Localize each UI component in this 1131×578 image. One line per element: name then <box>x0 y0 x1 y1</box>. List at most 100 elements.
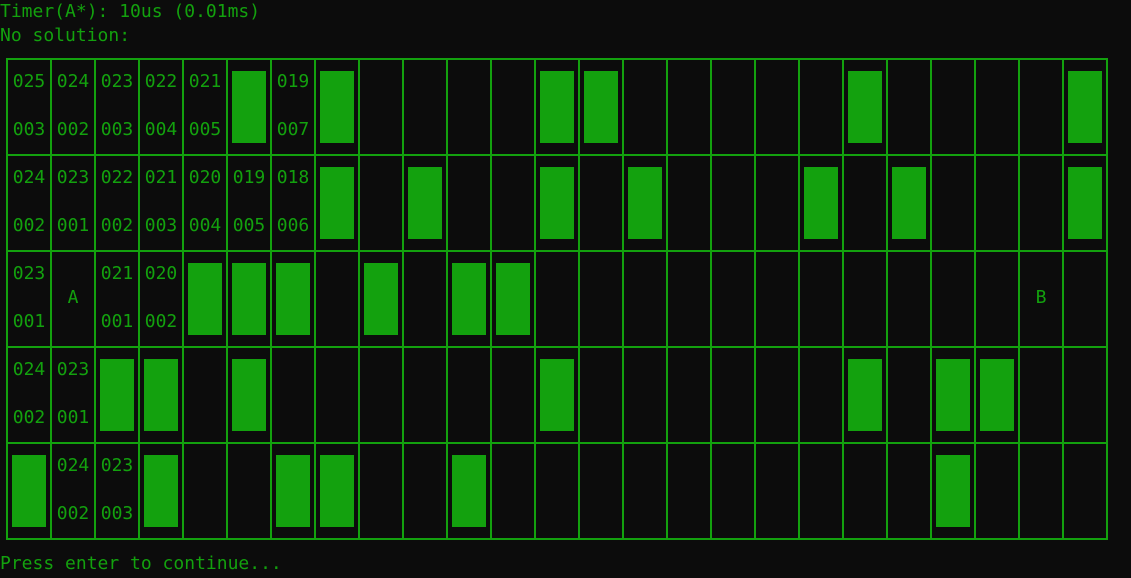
timer-line: Timer(A*): 10us (0.01ms) <box>0 1 261 22</box>
wall-block <box>628 167 662 239</box>
cell-cost-top: 018 <box>276 167 310 188</box>
cell-cost-top: 023 <box>56 167 90 188</box>
cell-cost-top: 021 <box>188 71 222 92</box>
wall-block <box>320 455 354 527</box>
cell-cost-top: 024 <box>56 71 90 92</box>
cell-cost-top: 022 <box>100 167 134 188</box>
wall-block <box>364 263 398 335</box>
cell-cost-top: 019 <box>232 167 266 188</box>
grid-line-horizontal <box>6 346 1108 348</box>
grid-line-vertical <box>842 58 844 540</box>
wall-block <box>848 359 882 431</box>
wall-block <box>320 71 354 143</box>
cell-cost-top: 023 <box>100 455 134 476</box>
wall-block <box>188 263 222 335</box>
wall-block <box>540 359 574 431</box>
wall-block <box>320 167 354 239</box>
wall-block <box>232 359 266 431</box>
grid-line-vertical <box>534 58 536 540</box>
cell-cost-top: 024 <box>56 455 90 476</box>
cell-cost-bottom: 002 <box>56 119 90 140</box>
cell-cost-bottom: 002 <box>144 311 178 332</box>
cell-cost-bottom: 002 <box>12 215 46 236</box>
cell-marker: A <box>67 287 79 308</box>
cell-cost-top: 023 <box>56 359 90 380</box>
cell-cost-top: 025 <box>12 71 46 92</box>
grid-line-vertical <box>710 58 712 540</box>
wall-block <box>100 359 134 431</box>
wall-block <box>936 455 970 527</box>
cell-cost-bottom: 004 <box>188 215 222 236</box>
wall-block <box>584 71 618 143</box>
cell-cost-bottom: 005 <box>188 119 222 140</box>
continue-prompt: Press enter to continue... <box>0 553 282 574</box>
grid-line-vertical <box>578 58 580 540</box>
cell-marker: B <box>1035 287 1047 308</box>
wall-block <box>144 455 178 527</box>
grid-line-vertical <box>666 58 668 540</box>
wall-block <box>540 71 574 143</box>
cell-cost-top: 019 <box>276 71 310 92</box>
cell-cost-bottom: 004 <box>144 119 178 140</box>
wall-block <box>12 455 46 527</box>
wall-block <box>936 359 970 431</box>
grid-line-vertical <box>1106 58 1108 540</box>
cell-cost-top: 023 <box>12 263 46 284</box>
wall-block <box>144 359 178 431</box>
wall-block <box>408 167 442 239</box>
cell-cost-bottom: 001 <box>56 407 90 428</box>
cell-cost-bottom: 005 <box>232 215 266 236</box>
cell-cost-top: 020 <box>188 167 222 188</box>
wall-block <box>980 359 1014 431</box>
wall-block <box>276 455 310 527</box>
grid-line-vertical <box>798 58 800 540</box>
wall-block <box>540 167 574 239</box>
cell-cost-bottom: 002 <box>100 215 134 236</box>
wall-block <box>496 263 530 335</box>
wall-block <box>452 455 486 527</box>
grid-line-vertical <box>974 58 976 540</box>
cell-cost-top: 020 <box>144 263 178 284</box>
cell-cost-bottom: 003 <box>144 215 178 236</box>
grid-line-horizontal <box>6 58 1108 60</box>
cell-cost-bottom: 002 <box>12 407 46 428</box>
wall-block <box>232 71 266 143</box>
wall-block <box>452 263 486 335</box>
grid-line-horizontal <box>6 538 1108 540</box>
cell-cost-bottom: 001 <box>100 311 134 332</box>
grid-line-vertical <box>446 58 448 540</box>
wall-block <box>1068 167 1102 239</box>
wall-block <box>804 167 838 239</box>
grid-line-vertical <box>886 58 888 540</box>
grid-line-vertical <box>930 58 932 540</box>
status-line: No solution: <box>0 25 131 46</box>
cell-cost-bottom: 007 <box>276 119 310 140</box>
wall-block <box>892 167 926 239</box>
grid-line-vertical <box>754 58 756 540</box>
wall-block <box>1068 71 1102 143</box>
cell-cost-top: 024 <box>12 167 46 188</box>
cell-cost-bottom: 001 <box>12 311 46 332</box>
grid-line-horizontal <box>6 442 1108 444</box>
cell-cost-bottom: 006 <box>276 215 310 236</box>
cell-cost-top: 021 <box>100 263 134 284</box>
cell-cost-bottom: 002 <box>56 503 90 524</box>
cell-cost-bottom: 001 <box>56 215 90 236</box>
cell-cost-top: 021 <box>144 167 178 188</box>
cell-cost-top: 022 <box>144 71 178 92</box>
wall-block <box>848 71 882 143</box>
grid-line-vertical <box>402 58 404 540</box>
grid-line-horizontal <box>6 250 1108 252</box>
maze-grid: 025 003 024 002 023 003 022 004 021 005 019 007 024 0… <box>6 58 1108 540</box>
grid-line-vertical <box>358 58 360 540</box>
cell-cost-top: 023 <box>100 71 134 92</box>
wall-block <box>276 263 310 335</box>
grid-line-vertical <box>622 58 624 540</box>
cell-cost-bottom: 003 <box>12 119 46 140</box>
wall-block <box>232 263 266 335</box>
cell-cost-bottom: 003 <box>100 119 134 140</box>
grid-line-horizontal <box>6 154 1108 156</box>
cell-cost-bottom: 003 <box>100 503 134 524</box>
grid-line-vertical <box>490 58 492 540</box>
cell-cost-top: 024 <box>12 359 46 380</box>
